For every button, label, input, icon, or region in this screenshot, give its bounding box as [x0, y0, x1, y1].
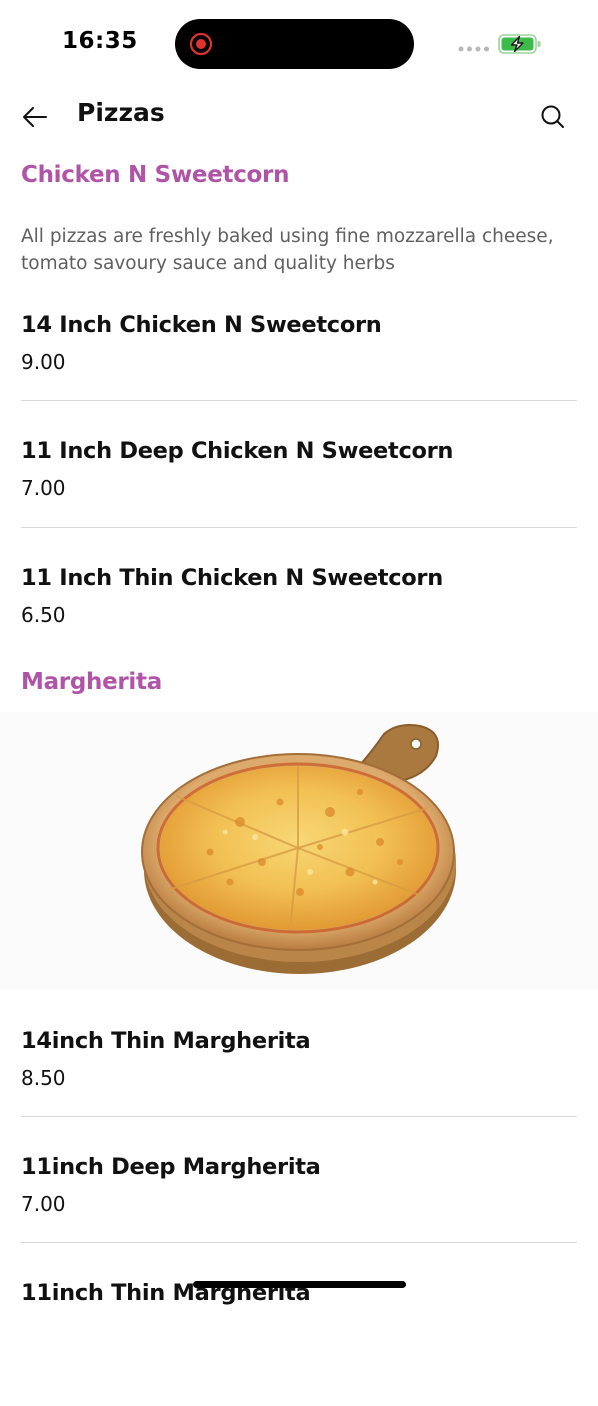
screen-recording-icon: [189, 32, 213, 56]
menu-item-price: 6.50: [21, 603, 66, 627]
menu-item-name: 11 Inch Thin Chicken N Sweetcorn: [21, 565, 443, 591]
signal-icon: [458, 46, 489, 52]
divider: [21, 1116, 577, 1117]
menu-item[interactable]: 14 Inch Chicken N Sweetcorn 9.00: [0, 312, 598, 438]
section-title-chicken-n-sweetcorn: Chicken N Sweetcorn: [21, 162, 290, 188]
search-icon[interactable]: [536, 100, 570, 134]
divider: [21, 527, 577, 528]
app-header: Pizzas: [0, 88, 598, 146]
menu-item-price: 7.00: [21, 1192, 66, 1216]
status-time: 16:35: [62, 28, 138, 54]
menu-item-name: 14 Inch Chicken N Sweetcorn: [21, 312, 382, 338]
menu-item[interactable]: 14inch Thin Margherita 8.50: [0, 1028, 598, 1154]
menu-item-name: 11 Inch Deep Chicken N Sweetcorn: [21, 438, 454, 464]
menu-item-price: 8.50: [21, 1066, 66, 1090]
battery-charging-icon: [498, 34, 541, 54]
page-title: Pizzas: [77, 98, 165, 127]
menu-item[interactable]: 11inch Thin Margherita: [0, 1280, 598, 1406]
divider: [21, 1242, 577, 1243]
section-description: All pizzas are freshly baked using fine …: [21, 226, 554, 274]
divider: [21, 400, 577, 401]
status-bar: 16:35: [0, 0, 598, 88]
arrow-left-icon[interactable]: [18, 100, 52, 134]
menu-item[interactable]: 11inch Deep Margherita 7.00: [0, 1154, 598, 1280]
menu-item[interactable]: 11 Inch Deep Chicken N Sweetcorn 7.00: [0, 438, 598, 564]
menu-item-price: 9.00: [21, 350, 66, 374]
margherita-pizza-image: [0, 712, 598, 990]
menu-item-price: 7.00: [21, 476, 66, 500]
pizza-illustration: [141, 724, 456, 974]
section-title-margherita: Margherita: [21, 669, 162, 695]
home-indicator[interactable]: [193, 1281, 406, 1288]
menu-item-name: 11inch Deep Margherita: [21, 1154, 321, 1180]
menu-item-name: 14inch Thin Margherita: [21, 1028, 311, 1054]
dynamic-island: [175, 19, 414, 69]
